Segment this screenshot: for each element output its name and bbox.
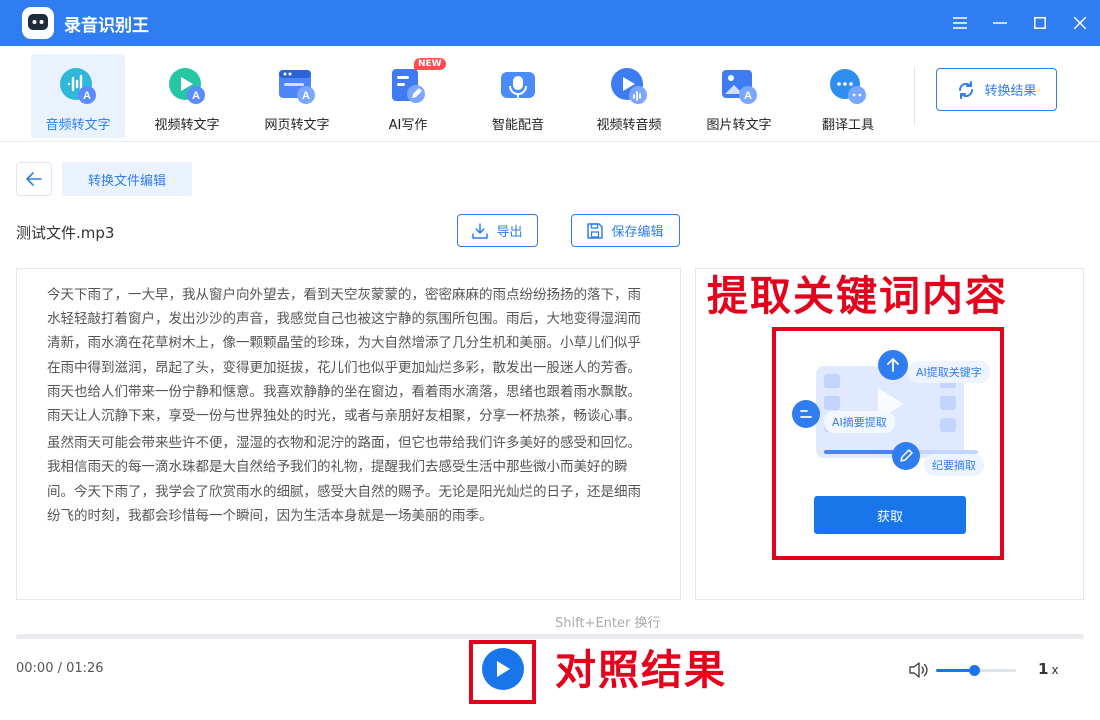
compare-annotation-title: 对照结果 [555, 646, 727, 694]
video-to-audio-icon [609, 66, 649, 106]
keyword-annotation-title: 提取关键词内容 [707, 272, 1008, 320]
pencil-icon [892, 442, 920, 470]
new-badge: NEW [414, 58, 446, 70]
tool-label: 视频转文字 [154, 118, 220, 133]
tool-video-to-audio[interactable]: 视频转音频 [582, 54, 676, 138]
image-to-text-icon: A [719, 66, 759, 106]
play-button[interactable] [482, 648, 524, 690]
tool-label: 图片转文字 [706, 118, 772, 133]
upload-arrow-icon [878, 350, 908, 380]
download-icon [472, 222, 489, 239]
save-edit-button[interactable]: 保存编辑 [571, 214, 680, 247]
speed-value: 1 [1038, 660, 1049, 678]
translate-icon [828, 66, 868, 106]
volume-icon[interactable] [908, 660, 930, 680]
ai-keyword-tag: AI提取关键字 [908, 361, 990, 383]
toolbar-divider [914, 66, 915, 126]
tool-smart-dubbing[interactable]: 智能配音 [471, 54, 565, 138]
back-button[interactable] [16, 162, 52, 196]
app-title: 录音识别王 [64, 15, 149, 36]
svg-text:A: A [744, 90, 752, 102]
audio-to-text-icon: A [58, 66, 98, 106]
app-logo-icon [22, 7, 54, 39]
tool-image-to-text[interactable]: A 图片转文字 [692, 54, 786, 138]
tool-video-to-text[interactable]: A 视频转文字 [140, 54, 234, 138]
newline-hint: Shift+Enter 换行 [555, 616, 661, 631]
tool-translate[interactable]: 翻译工具 [801, 54, 895, 138]
playback-speed[interactable]: 1x [1038, 660, 1059, 678]
window-controls [940, 0, 1100, 46]
tool-label: 翻译工具 [821, 118, 874, 133]
play-icon [497, 661, 510, 677]
transcript-paragraph: 今天下雨了，一大早，我从窗户向外望去，看到天空灰蒙蒙的，密密麻麻的雨点纷纷扬扬的… [47, 287, 641, 425]
video-to-text-icon: A [167, 66, 207, 106]
speed-unit: x [1051, 663, 1059, 677]
volume-slider[interactable] [936, 665, 1016, 676]
webpage-to-text-icon: A [277, 66, 317, 106]
maximize-icon[interactable] [1020, 0, 1060, 46]
svg-text:A: A [83, 90, 91, 102]
tool-label: 音频转文字 [45, 118, 111, 133]
ai-summary-tag: AI摘要提取 [824, 411, 895, 433]
tool-audio-to-text[interactable]: A 音频转文字 [31, 54, 125, 138]
svg-text:A: A [192, 90, 200, 102]
title-bar: 录音识别王 [0, 0, 1100, 46]
tool-label: 视频转音频 [596, 118, 662, 133]
svg-text:A: A [302, 90, 310, 102]
feature-toolbar: A 音频转文字 A 视频转文字 A 网页转文字 NEW AI写作 智能配音 视频… [0, 46, 1100, 142]
ai-writing-icon: NEW [388, 58, 446, 106]
minutes-tag: 纪要摘取 [924, 454, 984, 476]
ai-extraction-illustration: AI提取关键字 AI摘要提取 纪要摘取 [790, 350, 990, 480]
export-button[interactable]: 导出 [457, 214, 538, 247]
volume-handle[interactable] [969, 665, 981, 676]
tool-label: AI写作 [388, 118, 428, 133]
tool-label: 智能配音 [491, 118, 544, 133]
close-icon[interactable] [1060, 0, 1100, 46]
smart-dubbing-icon [498, 66, 538, 106]
save-edit-label: 保存编辑 [611, 225, 664, 240]
save-icon [587, 222, 604, 239]
transcript-editor[interactable]: 今天下雨了，一大早，我从窗户向外望去，看到天空灰蒙蒙的，密密麻麻的雨点纷纷扬扬的… [16, 268, 681, 600]
export-label: 导出 [496, 225, 523, 240]
minimize-icon[interactable] [980, 0, 1020, 46]
conversion-result-label: 转换结果 [984, 84, 1037, 99]
menu-icon[interactable] [940, 0, 980, 46]
tool-ai-writing[interactable]: NEW AI写作 [361, 54, 455, 138]
summary-icon [792, 400, 820, 428]
file-name: 测试文件.mp3 [16, 224, 115, 242]
transcript-paragraph: 虽然雨天可能会带来些许不便，湿湿的衣物和泥泞的路面，但它也带给我们许多美好的感受… [47, 435, 641, 524]
tool-webpage-to-text[interactable]: A 网页转文字 [250, 54, 344, 138]
tool-label: 网页转文字 [264, 118, 330, 133]
playback-time: 00:00 / 01:26 [16, 661, 104, 676]
refresh-icon [959, 80, 974, 99]
playback-progress-bar[interactable] [16, 634, 1084, 639]
tab-file-edit[interactable]: 转换文件编辑 [62, 162, 192, 196]
arrow-left-icon [26, 172, 42, 186]
fetch-button[interactable]: 获取 [814, 496, 966, 534]
conversion-result-button[interactable]: 转换结果 [936, 68, 1057, 111]
